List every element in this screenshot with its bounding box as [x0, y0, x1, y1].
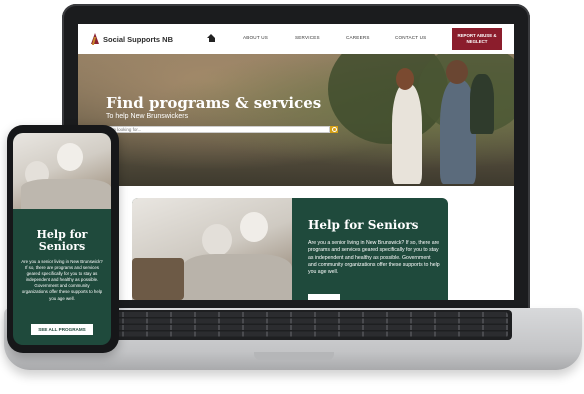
laptop-notch [254, 352, 334, 360]
hero-subtitle: To help New Brunswickers [106, 113, 189, 120]
hero-person [392, 84, 422, 184]
card-button[interactable] [308, 294, 340, 300]
content-section: Help for Seniors Are you a senior living… [78, 186, 514, 300]
senior-woman [202, 224, 232, 256]
hero-person-child [470, 74, 494, 134]
report-abuse-button[interactable]: REPORT ABUSE & NEGLECT [452, 28, 502, 50]
seniors-card: Help for Seniors Are you a senior living… [132, 198, 448, 300]
hero-person-head [396, 68, 414, 90]
card-body: Are you a senior living in New Brunswick… [308, 240, 440, 276]
phone-seniors-photo [13, 133, 111, 209]
keyboard [100, 312, 508, 338]
search-button[interactable] [330, 126, 338, 133]
seniors-photo [132, 198, 292, 300]
hero-banner: Find programs & services To help New Bru… [78, 54, 514, 186]
senior-man [57, 143, 83, 171]
nav-services[interactable]: SERVICES [295, 35, 320, 40]
hero-title: Find programs & services [106, 94, 322, 112]
card-title: Help for Seniors [308, 218, 419, 232]
site-header: Social Supports NB ABOUT US SERVICES CAR… [78, 24, 514, 54]
site-logo[interactable]: Social Supports NB [90, 33, 173, 45]
logo-icon [90, 33, 100, 45]
hero-person-head [446, 60, 468, 84]
see-all-programs-button[interactable]: SEE ALL PROGRAMS [31, 324, 93, 335]
logo-text: Social Supports NB [103, 34, 174, 44]
nav-careers[interactable]: CAREERS [346, 35, 370, 40]
nav-contact-us[interactable]: CONTACT US [395, 35, 426, 40]
senior-man [240, 212, 268, 242]
home-icon[interactable] [207, 34, 216, 43]
laptop-screen: Social Supports NB ABOUT US SERVICES CAR… [78, 24, 514, 300]
nav-about-us[interactable]: ABOUT US [243, 35, 268, 40]
phone-body: Are you a senior living in New Brunswick… [21, 259, 103, 301]
senior-couple-body [182, 254, 292, 300]
phone-screen: Help for Seniors Are you a senior living… [13, 133, 111, 345]
phone-title: Help for Seniors [36, 228, 88, 253]
search-input[interactable] [106, 126, 330, 133]
sofa [132, 258, 184, 300]
senior-couple-body [21, 179, 111, 209]
